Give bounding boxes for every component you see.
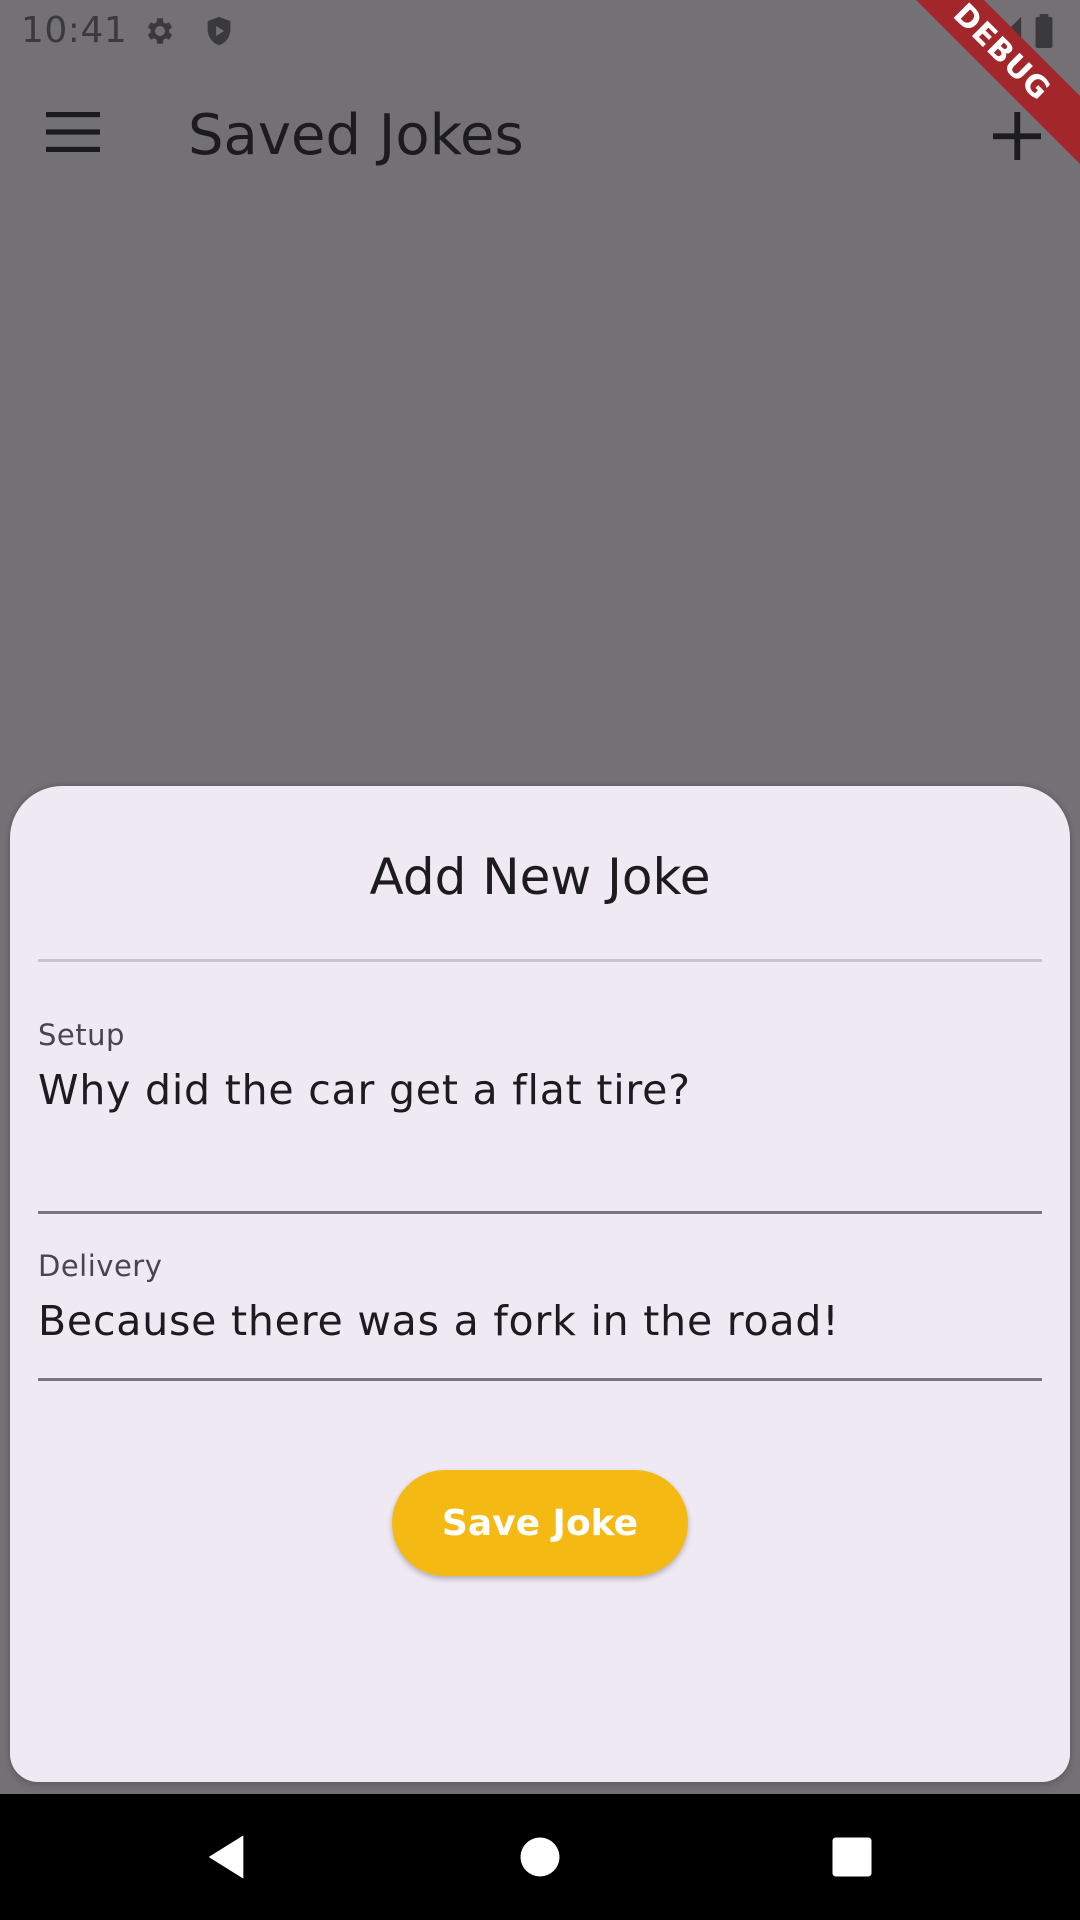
status-time: 10:41 [21,10,128,51]
back-button[interactable] [200,1831,252,1883]
delivery-underline [38,1378,1042,1381]
recents-button[interactable] [826,1831,878,1883]
hamburger-menu-icon [46,112,100,152]
shield-icon [202,14,236,48]
divider [38,959,1042,962]
delivery-label: Delivery [38,1249,163,1283]
system-nav-bar [0,1794,1080,1920]
home-icon [520,1837,560,1877]
app-screen: 10:41 Saved Jokes DEBUG Add New Joke Set… [0,0,1080,1794]
status-bar: 10:41 [0,0,1080,64]
app-bar: Saved Jokes [0,64,1080,206]
sheet-title: Add New Joke [369,848,711,906]
menu-button[interactable] [36,102,110,162]
back-icon [208,1835,244,1879]
recents-icon [832,1837,872,1877]
add-joke-sheet: Add New Joke Setup Why did the car get a… [10,786,1070,1782]
battery-icon [1032,14,1056,48]
page-title: Saved Jokes [188,103,524,168]
save-joke-button[interactable]: Save Joke [392,1470,688,1576]
gear-icon [143,14,177,48]
setup-label: Setup [38,1018,125,1052]
delivery-field[interactable]: Because there was a fork in the road! [38,1297,1042,1345]
setup-underline [38,1211,1042,1214]
home-button[interactable] [514,1831,566,1883]
setup-field[interactable]: Why did the car get a flat tire? [38,1066,1042,1114]
